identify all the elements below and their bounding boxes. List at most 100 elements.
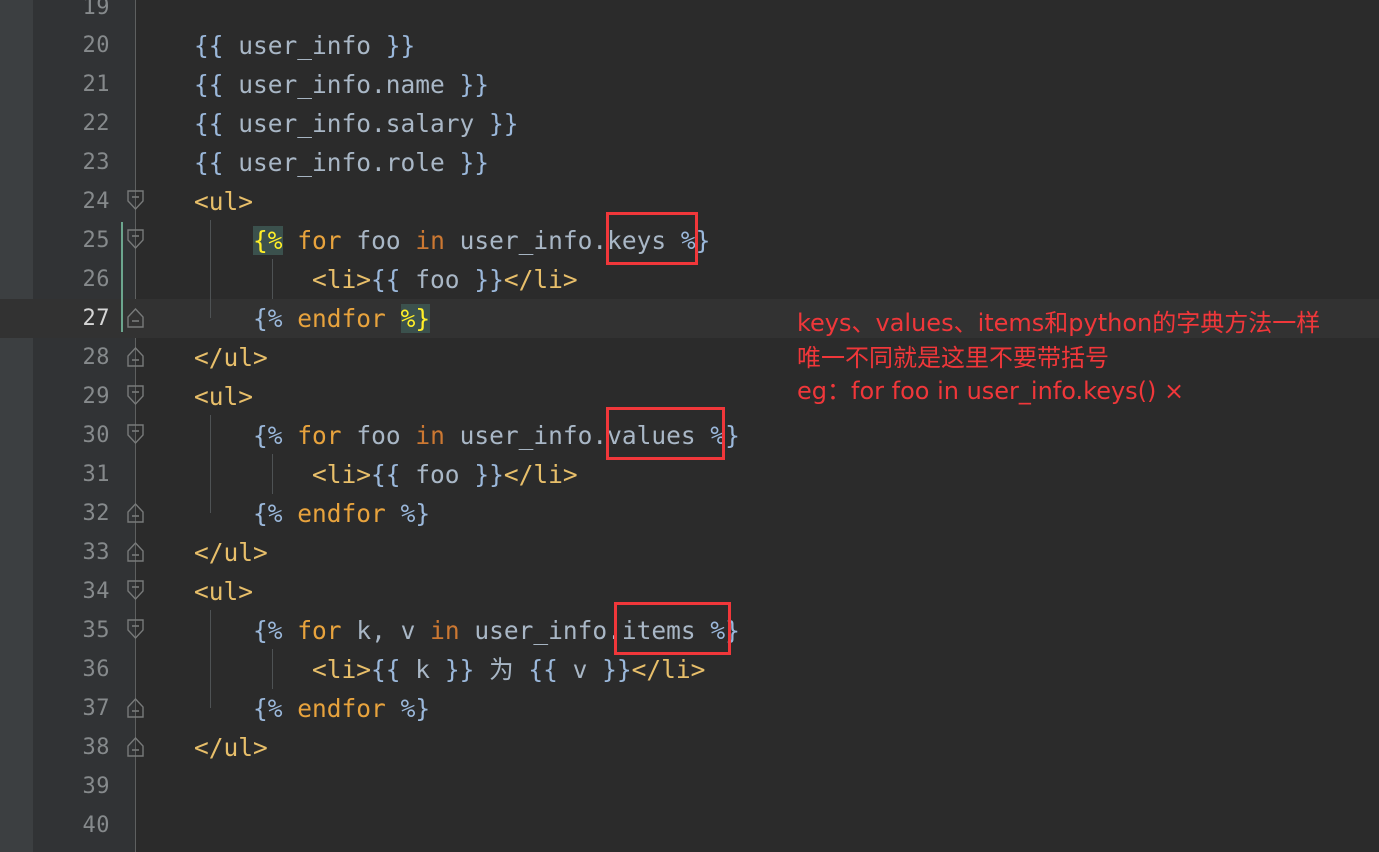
line-number: 38: [82, 734, 110, 760]
token-open-expr: {{: [135, 147, 224, 177]
annotation-box-values: [606, 407, 725, 460]
line-number: 37: [82, 695, 110, 721]
token-open-expr: {{: [528, 654, 558, 684]
token-identifier: user_info.role: [223, 147, 460, 177]
line-content: {{ user_info }}: [135, 26, 415, 66]
code-line-row[interactable]: 37 {% endfor %}: [0, 689, 1379, 729]
fold-marker-expanded-icon[interactable]: [127, 190, 144, 210]
line-number: 34: [82, 578, 110, 604]
code-line-row[interactable]: 21 {{ user_info.name }}: [0, 65, 1379, 105]
fold-marker-expanded-icon[interactable]: [127, 229, 144, 249]
token-identifier: user_info: [223, 30, 386, 60]
token-open-expr: {{: [135, 69, 224, 99]
token-html-tag: <ul>: [135, 381, 254, 411]
token-html-tag: </li>: [503, 264, 578, 294]
indent-guide: [210, 220, 211, 318]
fold-marker-collapse-end-icon[interactable]: [127, 737, 144, 757]
code-editor[interactable]: 19 20 {{ user_info }} 21 {{ user_info.na…: [0, 0, 1379, 852]
code-line-row[interactable]: 39: [0, 767, 1379, 807]
fold-marker-expanded-icon[interactable]: [127, 580, 144, 600]
code-line-row[interactable]: 33 </ul>: [0, 533, 1379, 573]
token-close-expr: }}: [444, 654, 475, 684]
line-number: 24: [82, 188, 110, 214]
line-content: {{ user_info.name }}: [135, 65, 489, 105]
line-content: {% endfor %}: [135, 299, 431, 339]
token-close-expr: }}: [385, 30, 416, 60]
code-line-row[interactable]: 23 {{ user_info.role }}: [0, 143, 1379, 183]
indent-guide: [272, 649, 273, 689]
line-number: 19: [82, 0, 110, 20]
token-keyword-in: in: [415, 225, 445, 255]
code-line-row[interactable]: 40: [0, 806, 1379, 846]
line-number-active: 27: [82, 305, 110, 331]
code-line-row[interactable]: 19: [0, 0, 1379, 28]
line-content: <ul>: [135, 572, 253, 612]
line-number: 40: [82, 812, 110, 838]
line-number: 26: [82, 266, 110, 292]
code-line-row[interactable]: 20 {{ user_info }}: [0, 26, 1379, 66]
token-loop-var: foo: [341, 420, 416, 450]
token-html-tag: </ul>: [135, 732, 268, 762]
token-keyword-endfor: endfor: [297, 498, 386, 528]
indent-guide: [210, 610, 211, 708]
fold-marker-collapse-end-icon[interactable]: [127, 503, 144, 523]
fold-marker-collapse-end-icon[interactable]: [127, 308, 144, 328]
annotation-box-keys: [606, 212, 698, 265]
token-matched-brace: %}: [400, 303, 431, 333]
line-content: <li>{{ foo }}</li>: [135, 455, 578, 495]
token-close-expr: }}: [602, 654, 632, 684]
token-open-expr: {{: [135, 30, 224, 60]
line-content: </ul>: [135, 338, 268, 378]
token-html-tag: <ul>: [135, 186, 254, 216]
line-content: {{ user_info.role }}: [135, 143, 489, 183]
token-keyword-in: in: [430, 615, 460, 645]
line-content: </ul>: [135, 728, 268, 768]
token-html-tag: </li>: [631, 654, 706, 684]
fold-marker-collapse-end-icon[interactable]: [127, 542, 144, 562]
token-html-tag: <ul>: [135, 576, 254, 606]
token-close-expr: }}: [459, 147, 490, 177]
code-line-row[interactable]: 31 <li>{{ foo }}</li>: [0, 455, 1379, 495]
token-keyword-for: for: [297, 225, 342, 255]
token-html-tag: </li>: [503, 459, 578, 489]
token-loop-var: foo: [341, 225, 416, 255]
vcs-change-marker[interactable]: [121, 222, 123, 332]
token-keyword-endfor: endfor: [297, 303, 386, 333]
token-loop-var: k, v: [341, 615, 431, 645]
fold-marker-expanded-icon[interactable]: [127, 385, 144, 405]
line-number: 30: [82, 422, 110, 448]
fold-marker-expanded-icon[interactable]: [127, 424, 144, 444]
line-number: 25: [82, 227, 110, 253]
token-html-tag: <li>: [312, 459, 372, 489]
code-line-row[interactable]: 26 <li>{{ foo }}</li>: [0, 260, 1379, 300]
fold-marker-expanded-icon[interactable]: [127, 619, 144, 639]
code-line-row[interactable]: 38 </ul>: [0, 728, 1379, 768]
fold-marker-collapse-end-icon[interactable]: [127, 698, 144, 718]
line-content: <li>{{ k }} 为 {{ v }}</li>: [135, 650, 705, 690]
line-content: {% endfor %}: [135, 689, 430, 729]
token-close-expr: }}: [474, 264, 504, 294]
line-number: 29: [82, 383, 110, 409]
annotation-note-line-1: keys、values、items和python的字典方法一样: [797, 309, 1321, 337]
code-line-row[interactable]: 22 {{ user_info.salary }}: [0, 104, 1379, 144]
token-identifier: foo: [400, 459, 475, 489]
code-line-row[interactable]: 32 {% endfor %}: [0, 494, 1379, 534]
code-line-row[interactable]: 36 <li>{{ k }} 为 {{ v }}</li>: [0, 650, 1379, 690]
token-open-stmt: {%: [253, 420, 283, 450]
line-number: 33: [82, 539, 110, 565]
token-open-stmt: {%: [253, 693, 283, 723]
line-content: </ul>: [135, 533, 268, 573]
line-content: {{ user_info.salary }}: [135, 104, 519, 144]
fold-marker-collapse-end-icon[interactable]: [127, 347, 144, 367]
token-open-stmt: {%: [253, 615, 283, 645]
token-close-expr: }}: [474, 459, 504, 489]
